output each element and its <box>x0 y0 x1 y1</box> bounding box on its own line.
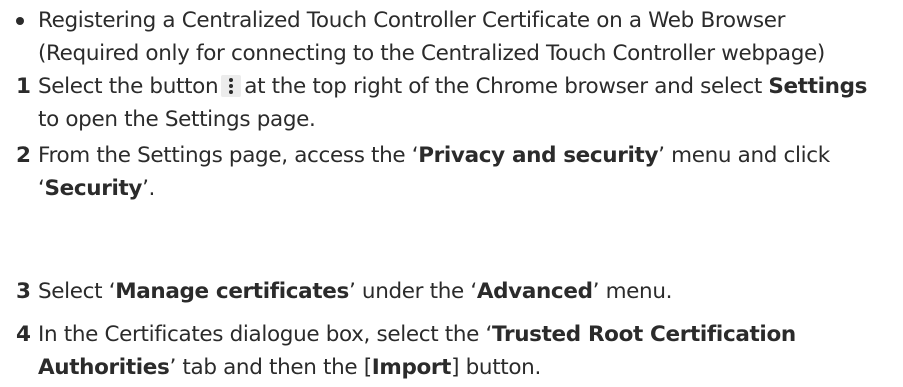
step-text: ’ under the ‘ <box>348 279 477 304</box>
step-text: From the Settings page, access the ‘ <box>38 143 419 168</box>
step-line: Select the button at the top right of the… <box>38 70 901 103</box>
intro-line-2: (Required only for connecting to the Cen… <box>38 41 825 66</box>
step-text: ’. <box>142 176 156 201</box>
step-number: 2 <box>16 143 31 168</box>
bullet-dot <box>16 17 24 25</box>
manage-certificates-term: Manage certificates <box>115 279 349 304</box>
trusted-root-term: Trusted Root Certification <box>492 322 796 347</box>
step-line: In the Certificates dialogue box, select… <box>38 318 901 351</box>
step-line: Select ‘Manage certificates’ under the ‘… <box>38 275 901 308</box>
step-line: ‘Security’. <box>38 172 901 205</box>
step-text: In the Certificates dialogue box, select… <box>38 322 492 347</box>
step-text: ] button. <box>451 355 541 380</box>
intro-text: Registering a Centralized Touch Controll… <box>38 4 896 70</box>
intro-line-1: Registering a Centralized Touch Controll… <box>38 8 786 33</box>
intro-bullet: Registering a Centralized Touch Controll… <box>16 4 896 70</box>
step-body: Select ‘Manage certificates’ under the ‘… <box>38 275 901 308</box>
step-text: at the top right of the Chrome browser a… <box>244 74 762 99</box>
step-3: 3 Select ‘Manage certificates’ under the… <box>16 275 901 308</box>
authorities-term: Authorities <box>38 355 170 380</box>
privacy-security-term: Privacy and security <box>418 143 659 168</box>
settings-term: Settings <box>768 74 868 99</box>
advanced-term: Advanced <box>476 279 593 304</box>
step-1: 1 Select the button at the top right of t… <box>16 70 901 136</box>
step-text: Select ‘ <box>38 279 116 304</box>
step-line: From the Settings page, access the ‘Priv… <box>38 139 901 172</box>
step-text: ’ menu and click <box>658 143 830 168</box>
step-2: 2 From the Settings page, access the ‘Pr… <box>16 139 901 205</box>
security-term: Security <box>44 176 143 201</box>
step-body: Select the button at the top right of the… <box>38 70 901 136</box>
step-line: Authorities’ tab and then the [Import] b… <box>38 351 901 384</box>
document-page: Registering a Centralized Touch Controll… <box>0 0 903 387</box>
step-number: 1 <box>16 74 31 99</box>
step-text: Select the button <box>38 74 219 99</box>
step-body: In the Certificates dialogue box, select… <box>38 318 901 384</box>
step-text: ’ tab and then the [ <box>169 355 372 380</box>
import-term: Import <box>371 355 452 380</box>
step-text: ’ menu. <box>592 279 673 304</box>
step-body: From the Settings page, access the ‘Priv… <box>38 139 901 205</box>
step-line: to open the Settings page. <box>38 107 316 132</box>
step-number: 4 <box>16 322 31 347</box>
step-number: 3 <box>16 279 31 304</box>
step-4: 4 In the Certificates dialogue box, sele… <box>16 318 901 384</box>
more-vert-icon <box>221 75 242 97</box>
